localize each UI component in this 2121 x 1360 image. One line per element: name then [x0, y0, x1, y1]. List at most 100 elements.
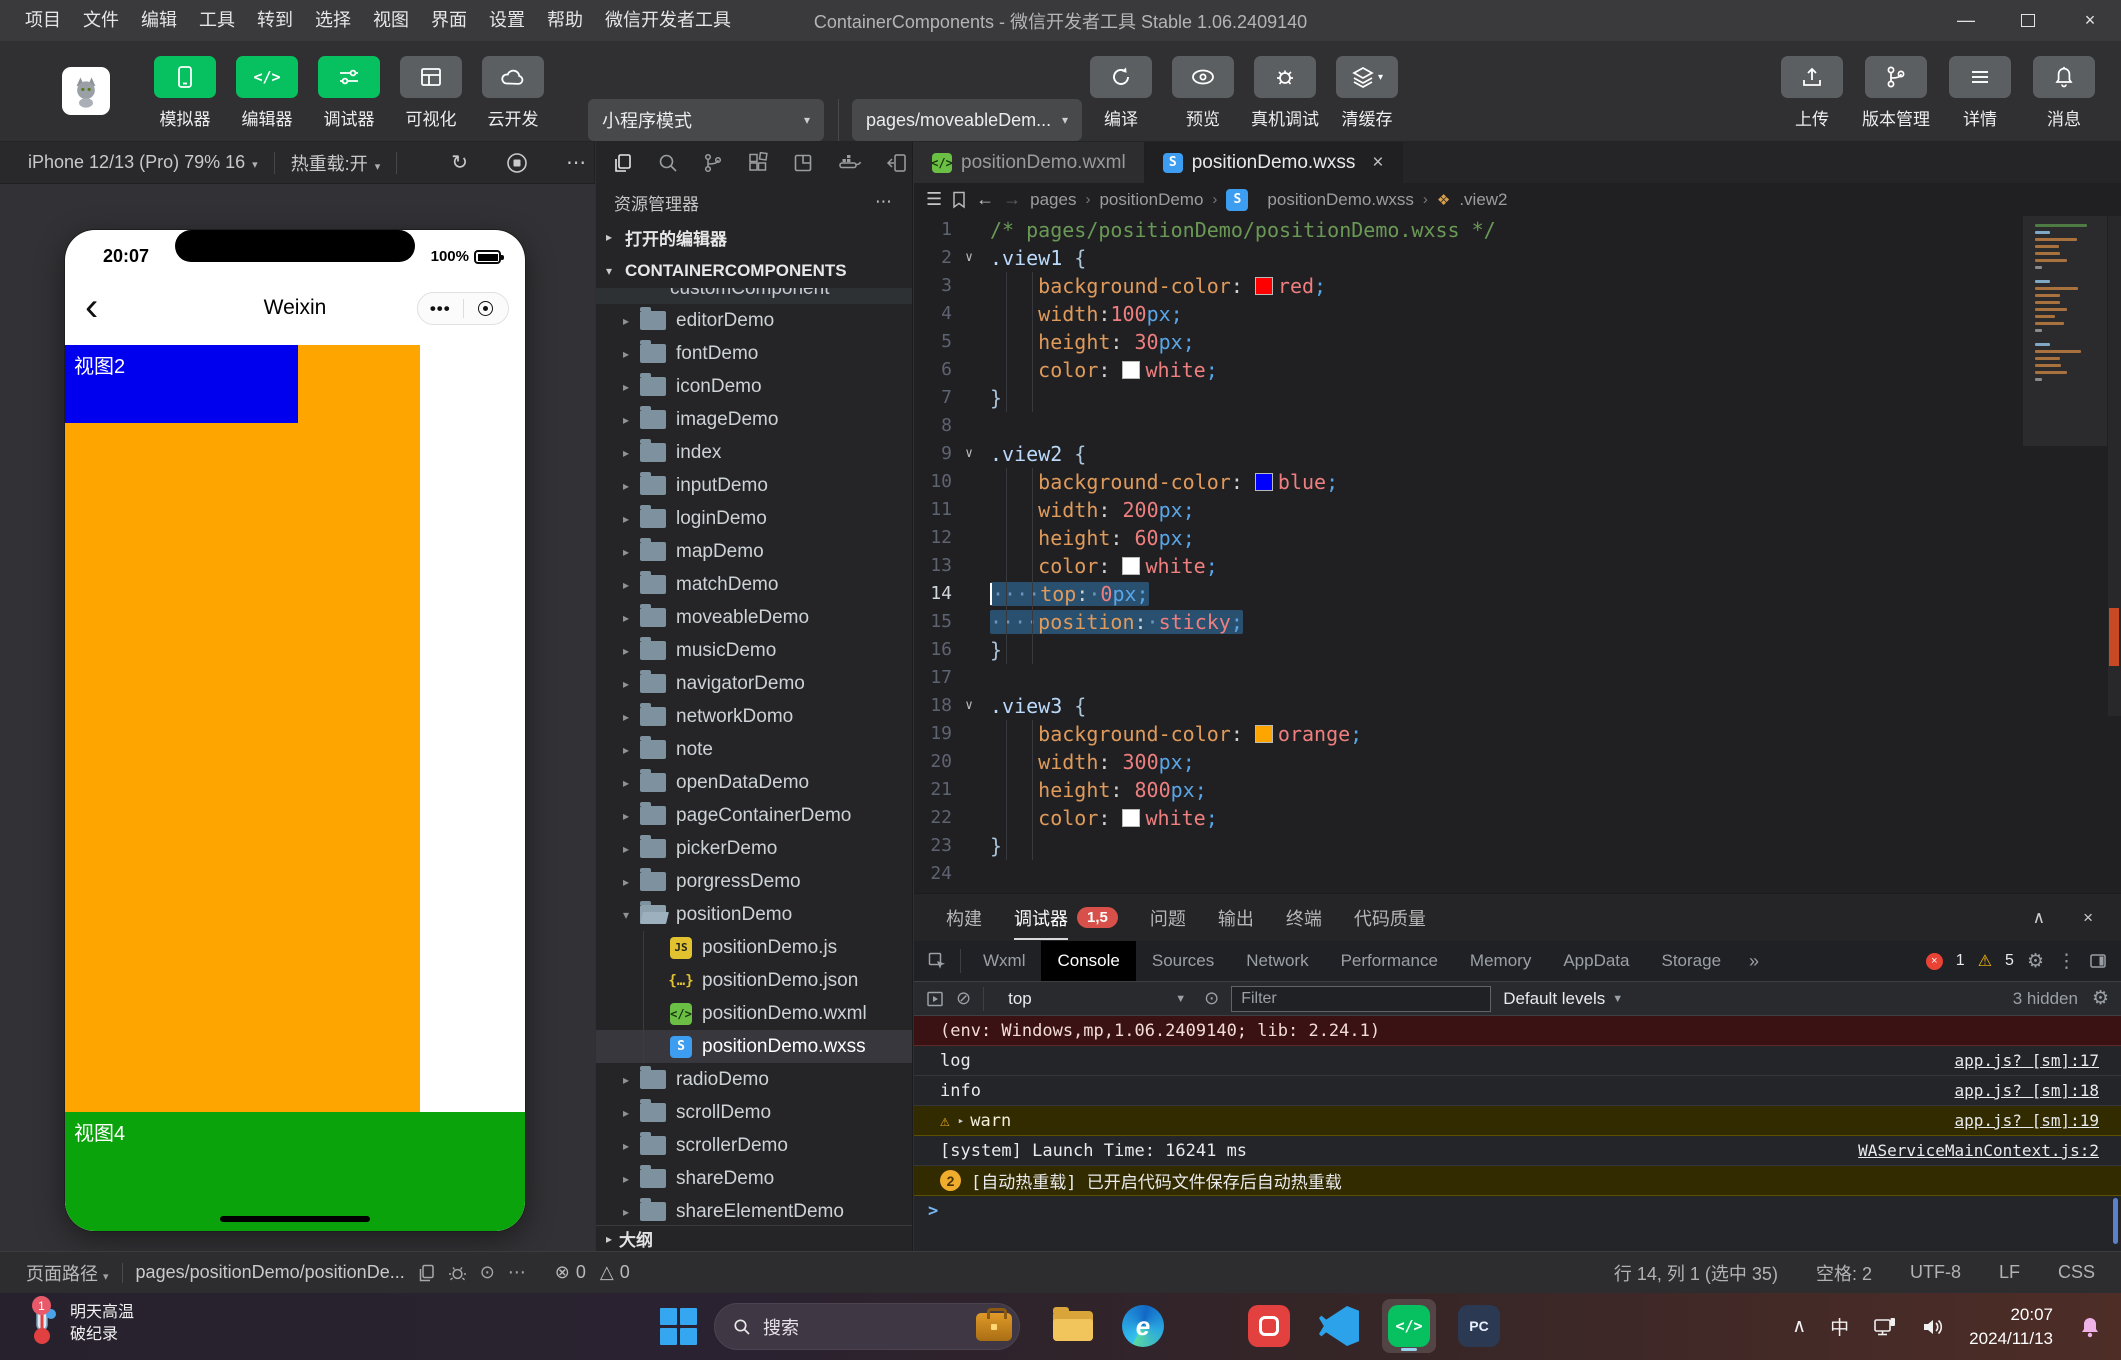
toolbar-button-version-icon[interactable]: 版本管理 — [1861, 56, 1931, 130]
more-icon[interactable]: ⋯ — [875, 192, 894, 212]
toolbar-button-compile-icon[interactable]: 编译 — [1086, 56, 1156, 130]
taskbar-app-pc-app[interactable]: PC — [1452, 1299, 1506, 1353]
context-selector[interactable]: top ▼ — [1002, 989, 1192, 1009]
device-selector[interactable]: iPhone 12/13 (Pro) 79% 16▾ — [0, 152, 258, 173]
close-tab-icon[interactable]: × — [1372, 152, 1383, 174]
menu-item-2[interactable]: 编辑 — [130, 0, 188, 41]
menu-item-7[interactable]: 界面 — [420, 0, 478, 41]
close-target-icon[interactable] — [464, 301, 509, 316]
encoding[interactable]: UTF-8 — [1910, 1262, 1961, 1283]
console-row-5[interactable]: 2[自动热重载] 已开启代码文件保存后自动热重载 — [914, 1166, 2121, 1196]
console-row-3[interactable]: ⚠▸warnapp.js? [sm]:19 — [914, 1106, 2121, 1136]
devtools-tab-Performance[interactable]: Performance — [1325, 941, 1454, 981]
docker-icon[interactable] — [837, 152, 863, 174]
panel-tab-调试器[interactable]: 调试器1,5 — [1014, 905, 1118, 931]
console-source-link[interactable]: app.js? [sm]:17 — [1955, 1051, 2110, 1070]
taskbar-app-edge[interactable]: e — [1116, 1299, 1170, 1353]
console-settings-icon[interactable]: ⚙ — [2092, 987, 2109, 1010]
tree-item-shareElementDemo[interactable]: ▸shareElementDemo — [596, 1195, 912, 1228]
tree-item-networkDomo[interactable]: ▸networkDomo — [596, 700, 912, 733]
console-filter-input[interactable]: Filter — [1231, 986, 1491, 1012]
taskbar-search[interactable]: 搜索 — [714, 1303, 1020, 1350]
breadcrumb-segment[interactable]: pages — [1030, 190, 1076, 210]
menu-item-3[interactable]: 工具 — [188, 0, 246, 41]
devtools-tab-Network[interactable]: Network — [1230, 941, 1324, 981]
panel-tab-问题[interactable]: 问题 — [1150, 905, 1186, 931]
warning-icon[interactable]: ⚠ — [1978, 951, 1992, 971]
menu-item-8[interactable]: 设置 — [478, 0, 536, 41]
avatar[interactable] — [62, 67, 110, 115]
settings-gear-icon[interactable]: ⚙ — [2027, 950, 2044, 973]
maximize-button[interactable] — [1997, 0, 2059, 41]
code-editor[interactable]: 1/* pages/positionDemo/positionDemo.wxss… — [914, 216, 2121, 893]
console-row-1[interactable]: logapp.js? [sm]:17 — [914, 1046, 2121, 1076]
tree-item-scrollerDemo[interactable]: ▸scrollerDemo — [596, 1129, 912, 1162]
tree-item-pageContainerDemo[interactable]: ▸pageContainerDemo — [596, 799, 912, 832]
preview-eye-icon[interactable]: ⊙ — [480, 1262, 495, 1283]
extensions-icon[interactable] — [747, 152, 769, 174]
close-panel-icon[interactable]: × — [2083, 908, 2093, 928]
taskbar-app-file-explorer[interactable] — [1046, 1299, 1100, 1353]
minimize-button[interactable]: — — [1935, 0, 1997, 41]
tree-item-fontDemo[interactable]: ▸fontDemo — [596, 337, 912, 370]
tree-item-openDataDemo[interactable]: ▸openDataDemo — [596, 766, 912, 799]
tree-item-iconDemo[interactable]: ▸iconDemo — [596, 370, 912, 403]
eol[interactable]: LF — [1999, 1262, 2020, 1283]
bug-icon[interactable] — [448, 1263, 467, 1282]
breadcrumb-segment[interactable]: positionDemo — [1099, 190, 1203, 210]
console-scrollbar-thumb[interactable] — [2113, 1198, 2118, 1244]
weather-widget[interactable]: 1 明天高温 破纪录 — [24, 1300, 134, 1348]
mode-dropdown[interactable]: 小程序模式 ▾ — [588, 99, 824, 141]
inspect-element-icon[interactable] — [914, 951, 960, 971]
tree-item-porgressDemo[interactable]: ▸porgressDemo — [596, 865, 912, 898]
breadcrumb-segment[interactable]: positionDemo.wxss — [1267, 190, 1413, 210]
tree-item-note[interactable]: ▸note — [596, 733, 912, 766]
editor-tab-positionDemo.wxss[interactable]: SpositionDemo.wxss× — [1145, 142, 1403, 183]
cursor-position[interactable]: 行 14, 列 1 (选中 35) — [1614, 1260, 1778, 1286]
tree-item-index[interactable]: ▸index — [596, 436, 912, 469]
tree-item-clipped[interactable]: customComponent — [596, 288, 912, 304]
ime-indicator[interactable]: 中 — [1830, 1313, 1849, 1340]
toolbar-button-device-debug-icon[interactable]: 真机调试 — [1250, 56, 1320, 130]
toolbar-button-upload-icon[interactable]: 上传 — [1777, 56, 1847, 130]
tree-item-scrollDemo[interactable]: ▸scrollDemo — [596, 1096, 912, 1129]
menu-item-4[interactable]: 转到 — [246, 0, 304, 41]
toolbar-button-visualize-icon[interactable]: 可视化 — [396, 56, 466, 130]
toolbar-button-message-icon[interactable]: 消息 — [2029, 56, 2099, 130]
error-badge-icon[interactable]: × — [1926, 953, 1943, 970]
network-icon[interactable] — [1873, 1316, 1897, 1338]
taskbar-app-red-app[interactable] — [1242, 1299, 1296, 1353]
devtools-tab-Sources[interactable]: Sources — [1136, 941, 1230, 981]
console-row-4[interactable]: [system] Launch Time: 16241 msWAServiceM… — [914, 1136, 2121, 1166]
phone-preview[interactable]: 20:07 100% ‹ Weixin ••• 视图2 视图4 — [65, 230, 525, 1231]
clock[interactable]: 20:07 2024/11/13 — [1969, 1303, 2053, 1351]
tree-item-shareDemo[interactable]: ▸shareDemo — [596, 1162, 912, 1195]
widgets-icon[interactable] — [792, 152, 814, 174]
more-icon[interactable]: ⋯ — [508, 1262, 526, 1283]
forward-arrow-icon[interactable]: → — [1003, 189, 1021, 210]
more-icon[interactable]: ••• — [418, 299, 463, 319]
more-tabs-icon[interactable]: » — [1737, 951, 1771, 972]
devtools-tab-Storage[interactable]: Storage — [1646, 941, 1738, 981]
collapse-sidebar-icon[interactable] — [886, 152, 908, 174]
more-icon[interactable]: ⋯ — [566, 150, 586, 175]
menu-item-1[interactable]: 文件 — [72, 0, 130, 41]
menu-item-6[interactable]: 视图 — [362, 0, 420, 41]
devtools-tab-AppData[interactable]: AppData — [1547, 941, 1645, 981]
stop-icon[interactable] — [506, 152, 528, 174]
clear-console-icon[interactable]: ⊘ — [956, 988, 971, 1009]
toolbar-button-simulator-icon[interactable]: 模拟器 — [150, 56, 220, 130]
tree-item-loginDemo[interactable]: ▸loginDemo — [596, 502, 912, 535]
editor-tab-positionDemo.wxml[interactable]: </>positionDemo.wxml — [914, 142, 1145, 183]
tree-item-radioDemo[interactable]: ▸radioDemo — [596, 1063, 912, 1096]
console-source-link[interactable]: WAServiceMainContext.js:2 — [1858, 1141, 2109, 1160]
taskbar-app-vscode[interactable] — [1312, 1299, 1366, 1353]
menu-item-0[interactable]: 项目 — [14, 0, 72, 41]
panel-tab-构建[interactable]: 构建 — [946, 905, 982, 931]
tree-item-pickerDemo[interactable]: ▸pickerDemo — [596, 832, 912, 865]
outline-list-icon[interactable]: ☰ — [926, 189, 942, 210]
console-row-0[interactable]: (env: Windows,mp,1.06.2409140; lib: 2.24… — [914, 1016, 2121, 1046]
console-source-link[interactable]: app.js? [sm]:18 — [1955, 1081, 2110, 1100]
panel-tab-终端[interactable]: 终端 — [1286, 905, 1322, 931]
problem-counts[interactable]: ⊗ 0 △ 0 — [555, 1262, 630, 1283]
